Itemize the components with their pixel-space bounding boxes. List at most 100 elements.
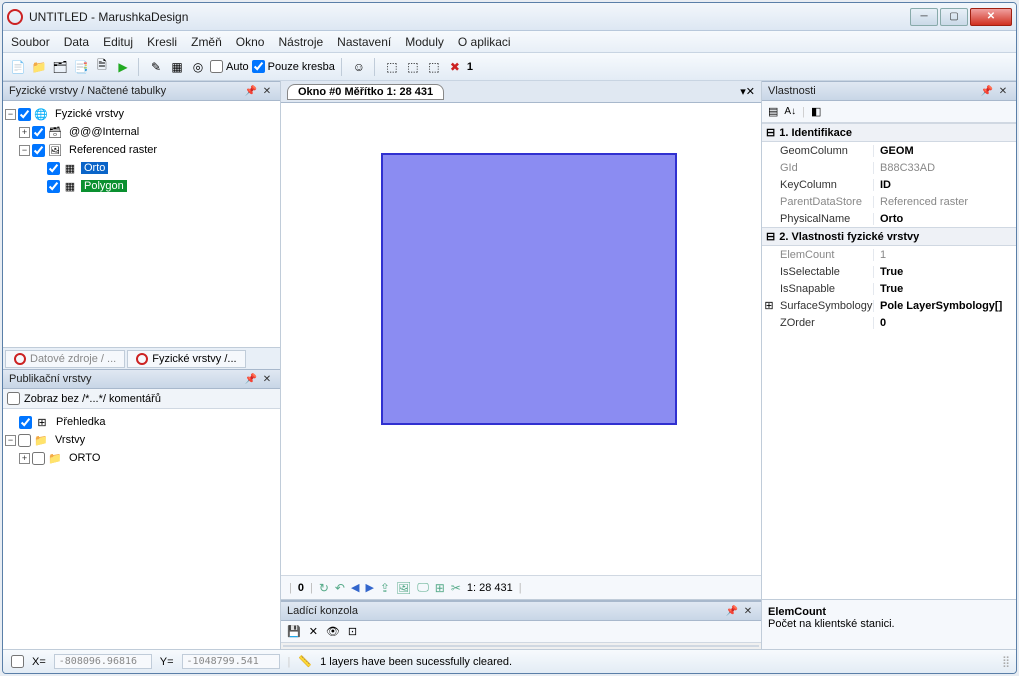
panel-close-icon[interactable]: ✕ [996, 84, 1010, 98]
pin-icon[interactable]: 📌 [725, 604, 739, 618]
toolbar-icon-3[interactable]: 🗂 [51, 58, 69, 76]
debug-output[interactable] [283, 645, 759, 647]
footer-zero: 0 [298, 582, 304, 594]
tree-checkbox[interactable] [18, 108, 31, 121]
status-checkbox[interactable] [11, 655, 24, 668]
pencil-icon[interactable]: ✎ [147, 58, 165, 76]
menu-kresli[interactable]: Kresli [147, 35, 177, 49]
collapse-icon[interactable]: − [5, 435, 16, 446]
layers-icon[interactable]: ▦ [168, 58, 186, 76]
expand-icon[interactable]: ⊞ [762, 299, 776, 312]
toolbar-icon-4[interactable]: 📑 [72, 58, 90, 76]
minimize-button[interactable]: ─ [910, 8, 938, 26]
tree-node-polygon[interactable]: ▦ Polygon [5, 177, 278, 195]
eye-icon[interactable]: 👁 [326, 625, 340, 638]
window-icon[interactable]: ⊡ [348, 625, 357, 638]
menu-data[interactable]: Data [64, 35, 89, 49]
menu-oaplikaci[interactable]: O aplikaci [458, 35, 511, 49]
pin-icon[interactable]: 📌 [980, 84, 994, 98]
pouze-kresba-checkbox[interactable]: Pouze kresba [252, 60, 335, 73]
pub-node-prehledka[interactable]: ⊞ Přehledka [5, 413, 278, 431]
prop-category-2[interactable]: ⊟2. Vlastnosti fyzické vrstvy [762, 227, 1016, 246]
pin-icon[interactable]: 📌 [244, 372, 258, 386]
prop-row: IsSnapableTrue [762, 280, 1016, 297]
toolbar-icon-2[interactable]: 📁 [30, 58, 48, 76]
pub-node-vrstvy[interactable]: − 📁 Vrstvy [5, 431, 278, 449]
tree-checkbox[interactable] [47, 162, 60, 175]
resize-grip[interactable]: ⣿ [1002, 655, 1008, 668]
next-icon[interactable]: ▶ [365, 581, 373, 594]
image-icon[interactable]: 🖼 [396, 581, 411, 595]
save-icon[interactable]: 💾 [287, 625, 301, 638]
screen-icon[interactable]: 🖵 [417, 580, 429, 595]
prop-category-1[interactable]: ⊟1. Identifikace [762, 123, 1016, 142]
tree-node-refraster[interactable]: − 🖼 Referenced raster [5, 141, 278, 159]
doc-close-icon[interactable]: ✕ [746, 85, 755, 98]
play-icon[interactable]: ▶ [114, 58, 132, 76]
tool-delete-icon[interactable]: ✖ [446, 58, 464, 76]
tree-checkbox[interactable] [18, 434, 31, 447]
maximize-button[interactable]: ▢ [940, 8, 968, 26]
sort-az-icon[interactable]: A↓ [784, 106, 796, 117]
panel-close-icon[interactable]: ✕ [741, 604, 755, 618]
prev-icon[interactable]: ◀ [351, 581, 359, 594]
tab-data-sources[interactable]: Datové zdroje / ... [5, 350, 125, 368]
clear-icon[interactable]: ✕ [309, 625, 318, 638]
refresh-icon[interactable]: ↻ [319, 581, 329, 595]
tool-sel3-icon[interactable]: ⬚ [425, 58, 443, 76]
collapse-all-icon[interactable]: ◧ [811, 105, 821, 118]
tool-sel2-icon[interactable]: ⬚ [404, 58, 422, 76]
tree-checkbox[interactable] [47, 180, 60, 193]
tree-checkbox[interactable] [32, 144, 45, 157]
collapse-icon[interactable]: ⊟ [766, 230, 775, 243]
menu-moduly[interactable]: Moduly [405, 35, 444, 49]
undo-icon[interactable]: ↶ [335, 581, 345, 595]
map-canvas[interactable]: | 0 | ↻ ↶ ◀ ▶ ⇪ 🖼 🖵 ⊞ ✂ 1: 28 431 | [281, 103, 761, 600]
tool-sel1-icon[interactable]: ⬚ [383, 58, 401, 76]
tree-node-orto[interactable]: ▦ Orto [5, 159, 278, 177]
collapse-icon[interactable]: ⊟ [766, 126, 775, 139]
categorized-icon[interactable]: ▤ [768, 105, 778, 118]
show-comments-checkbox[interactable] [7, 392, 20, 405]
tab-physical-layers[interactable]: Fyzické vrstvy /... [127, 350, 245, 368]
tree-root[interactable]: − 🌐 Fyzické vrstvy [5, 105, 278, 123]
prop-row: ZOrder0 [762, 314, 1016, 331]
tree-checkbox[interactable] [32, 126, 45, 139]
document-tab[interactable]: Okno #0 Měřítko 1: 28 431 [287, 84, 444, 100]
tree-checkbox[interactable] [19, 416, 32, 429]
menu-okno[interactable]: Okno [236, 35, 265, 49]
face-icon[interactable]: ☺ [350, 58, 368, 76]
toolbar-icon-1[interactable]: 📄 [9, 58, 27, 76]
tree-checkbox[interactable] [32, 452, 45, 465]
export-icon[interactable]: ⇪ [380, 581, 390, 595]
show-comments-row[interactable]: Zobraz bez /*...*/ komentářů [3, 389, 280, 409]
collapse-icon[interactable]: − [5, 109, 16, 120]
menu-edituj[interactable]: Edituj [103, 35, 133, 49]
menu-soubor[interactable]: Soubor [11, 35, 50, 49]
table-icon: ▦ [62, 160, 78, 176]
pub-node-orto[interactable]: + 📁 ORTO [5, 449, 278, 467]
expand-icon[interactable]: + [19, 127, 30, 138]
panel-close-icon[interactable]: ✕ [260, 372, 274, 386]
status-x-field[interactable] [54, 654, 152, 669]
pin-icon[interactable]: 📌 [244, 84, 258, 98]
toolbar-icon-5[interactable]: 🗎 [93, 58, 111, 76]
target-icon[interactable]: ◎ [189, 58, 207, 76]
debug-header: Ladící konzola 📌 ✕ [281, 601, 761, 621]
publication-tree[interactable]: ⊞ Přehledka − 📁 Vrstvy + 📁 ORTO [3, 409, 280, 649]
collapse-icon[interactable]: − [19, 145, 30, 156]
menu-nastaveni[interactable]: Nastavení [337, 35, 391, 49]
auto-checkbox[interactable]: Auto [210, 60, 249, 73]
raster-icon: 🖼 [47, 142, 63, 158]
panel-close-icon[interactable]: ✕ [260, 84, 274, 98]
close-button[interactable]: ✕ [970, 8, 1012, 26]
physical-tree[interactable]: − 🌐 Fyzické vrstvy + 🗃 @@@Internal [3, 101, 280, 347]
status-y-field[interactable] [182, 654, 280, 669]
menu-nastroje[interactable]: Nástroje [278, 35, 323, 49]
crop-icon[interactable]: ⊞ [435, 581, 445, 595]
tools-icon[interactable]: ✂ [451, 581, 461, 595]
tree-node-internal[interactable]: + 🗃 @@@Internal [5, 123, 278, 141]
expand-icon[interactable]: + [19, 453, 30, 464]
property-grid[interactable]: ⊟1. Identifikace GeomColumnGEOM GIdB88C3… [762, 123, 1016, 599]
menu-zmen[interactable]: Změň [191, 35, 222, 49]
